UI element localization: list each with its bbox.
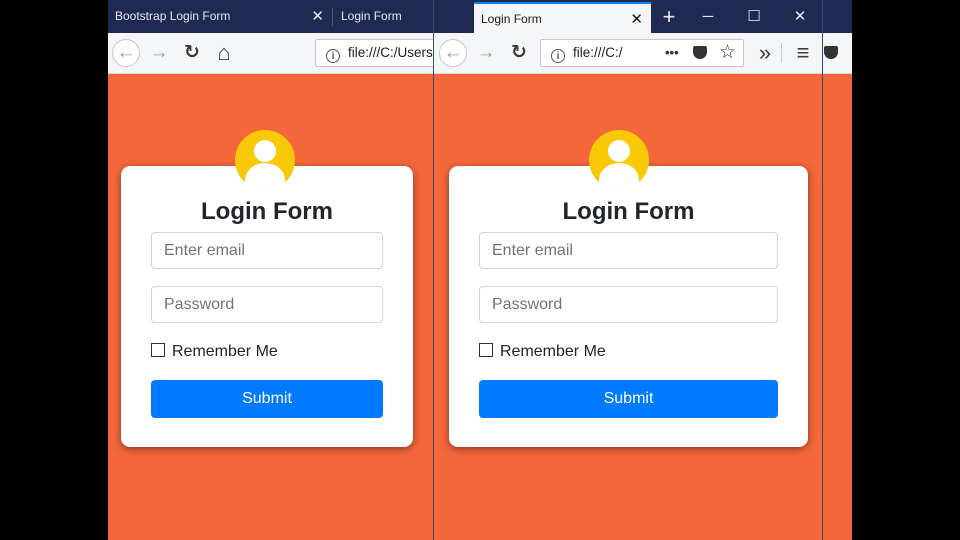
tab-bar: Login Form ✕ + ─ ☐ ✕ [434,0,822,33]
forward-arrow-icon: → [476,42,496,63]
home-icon: ⌂ [217,40,231,65]
pocket-icon[interactable] [693,46,707,59]
reload-button[interactable]: ↻ [178,39,206,67]
remember-checkbox[interactable] [151,343,165,357]
back-button[interactable]: ← [439,39,467,67]
minimize-icon: ─ [702,8,714,25]
browser-window-right: Login Form ✕ + ─ ☐ ✕ ← → ↻ i file:///C:/ … [433,0,823,540]
remember-me[interactable]: Remember Me [151,343,278,361]
tab-title: Login Form [341,9,402,23]
maximize-button[interactable]: ☐ [731,0,777,33]
page-content: Login Form Enter email Password Remember… [108,74,433,540]
menu-button[interactable]: ≡ [789,39,817,67]
remember-label: Remember Me [172,343,278,360]
chevron-double-right-icon: » [758,40,772,65]
password-input[interactable]: Password [479,286,778,323]
url-text: file:///C:/Users [348,45,433,60]
back-button[interactable]: ← [112,39,140,67]
tab-login-form[interactable]: Login Form [334,0,433,33]
tab-bar: Bootstrap Login Form ✕ Login Form [108,0,433,33]
user-avatar-icon [589,130,649,190]
tab-title: Login Form [481,12,542,26]
nav-bar: ← → ↻ ⌂ i file:///C:/Users [108,33,433,74]
url-bar[interactable]: i file:///C:/Users [315,39,433,67]
toolbar-separator [781,43,782,63]
form-title: Login Form [201,198,333,225]
home-button[interactable]: ⌂ [210,39,238,67]
email-input[interactable]: Enter email [479,232,778,269]
submit-button[interactable]: Submit [479,380,778,418]
reload-button[interactable]: ↻ [505,39,533,67]
nav-bar: ← → ↻ i file:///C:/ ••• ☆ » ≡ [434,33,822,74]
remember-label: Remember Me [500,343,606,360]
back-arrow-icon: ← [116,42,136,63]
password-input[interactable]: Password [151,286,383,323]
overflow-button[interactable]: » [751,39,779,67]
bookmark-star-icon[interactable]: ☆ [719,40,736,66]
nav-bar [823,33,852,74]
close-tab-icon[interactable]: ✕ [311,0,324,33]
tab-bootstrap-login-form[interactable]: Bootstrap Login Form ✕ [108,0,332,33]
user-avatar-icon [235,130,295,190]
tab-bar [823,0,852,33]
site-info-icon[interactable]: i [551,49,565,63]
plus-icon: + [662,4,676,29]
login-card: Login Form Enter email Password Remember… [121,130,413,447]
form-title: Login Form [562,198,695,225]
close-window-button[interactable]: ✕ [777,0,822,33]
email-input[interactable]: Enter email [151,232,383,269]
remember-checkbox[interactable] [479,343,493,357]
close-icon: ✕ [793,8,807,25]
minimize-button[interactable]: ─ [685,0,731,33]
maximize-icon: ☐ [747,8,761,25]
forward-arrow-icon: → [149,42,169,63]
page-content: Login Form Enter email Password Remember… [434,74,822,540]
tab-separator [332,8,333,26]
browser-window-left: Bootstrap Login Form ✕ Login Form ← → ↻ … [108,0,433,540]
page-content [823,74,852,540]
url-text: file:///C:/ [573,45,623,60]
forward-button[interactable]: → [145,39,173,67]
back-arrow-icon: ← [443,42,463,63]
site-info-icon[interactable]: i [326,49,340,63]
close-tab-icon[interactable]: ✕ [630,4,643,33]
url-bar[interactable]: i file:///C:/ ••• ☆ [540,39,744,67]
page-actions-icon[interactable]: ••• [665,40,679,66]
browser-window-background [823,0,852,540]
hamburger-menu-icon: ≡ [796,40,810,65]
reload-icon: ↻ [184,42,200,63]
submit-button[interactable]: Submit [151,380,383,418]
login-card: Login Form Enter email Password Remember… [449,130,808,447]
remember-me[interactable]: Remember Me [479,343,606,361]
reload-icon: ↻ [511,42,527,63]
pocket-icon[interactable] [824,46,838,59]
tab-title: Bootstrap Login Form [115,9,231,23]
tab-login-form[interactable]: Login Form ✕ [474,2,651,33]
forward-button[interactable]: → [472,39,500,67]
